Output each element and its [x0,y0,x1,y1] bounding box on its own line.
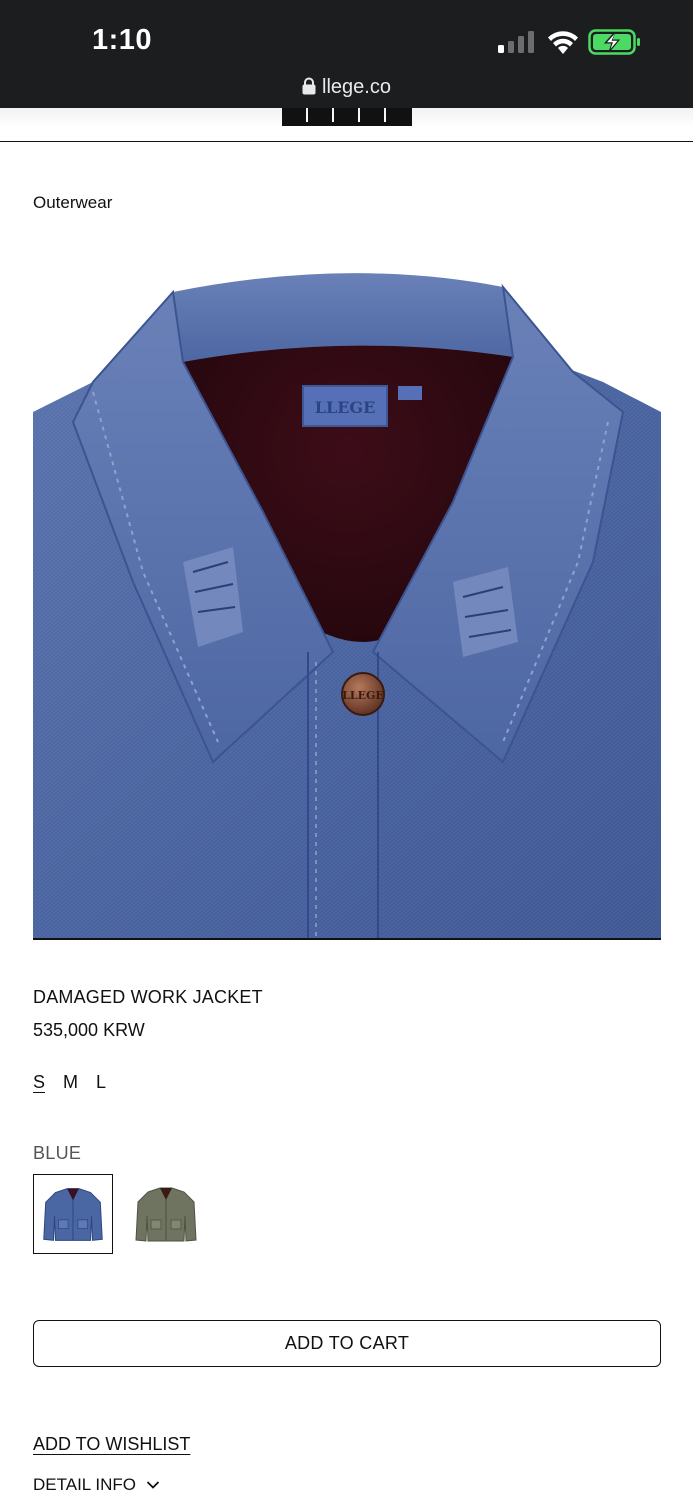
color-swatch-blue[interactable] [33,1174,113,1254]
size-option-m[interactable]: M [63,1072,78,1093]
status-time: 1:10 [92,24,153,56]
site-header [0,108,693,142]
breadcrumb[interactable]: Outerwear [33,193,112,213]
size-option-s[interactable]: S [33,1072,45,1093]
llege-logo[interactable] [282,108,412,128]
color-label: BLUE [33,1143,82,1163]
status-bar: 1:10 llege.co [0,0,693,108]
product-name: DAMAGED WORK JACKET [33,987,263,1007]
product-image[interactable]: LLEGE LLEGE [33,262,661,940]
battery-charging-icon [588,29,640,55]
chevron-down-icon [146,1481,160,1489]
svg-text:LLEGE: LLEGE [315,398,376,417]
jacket-thumbnail-olive [135,1187,197,1242]
address-bar[interactable]: llege.co [0,76,693,99]
jacket-thumbnail-blue [43,1188,103,1241]
size-selector: S M L [33,1072,106,1093]
add-to-cart-button[interactable]: ADD TO CART [33,1320,661,1367]
color-swatch-olive[interactable] [126,1174,206,1254]
add-to-wishlist-link[interactable]: ADD TO WISHLIST [33,1434,190,1455]
lock-icon [302,77,316,95]
wifi-icon [548,31,578,54]
url-text: llege.co [322,76,391,98]
product-price: 535,000 KRW [33,1020,145,1040]
svg-text:LLEGE: LLEGE [342,689,384,702]
size-option-l[interactable]: L [96,1072,106,1093]
detail-info-label: DETAIL INFO [33,1475,136,1494]
cellular-signal-icon [498,31,534,53]
detail-info-toggle[interactable]: DETAIL INFO [33,1475,160,1495]
denim-jacket-collar-photo: LLEGE LLEGE [33,262,661,938]
